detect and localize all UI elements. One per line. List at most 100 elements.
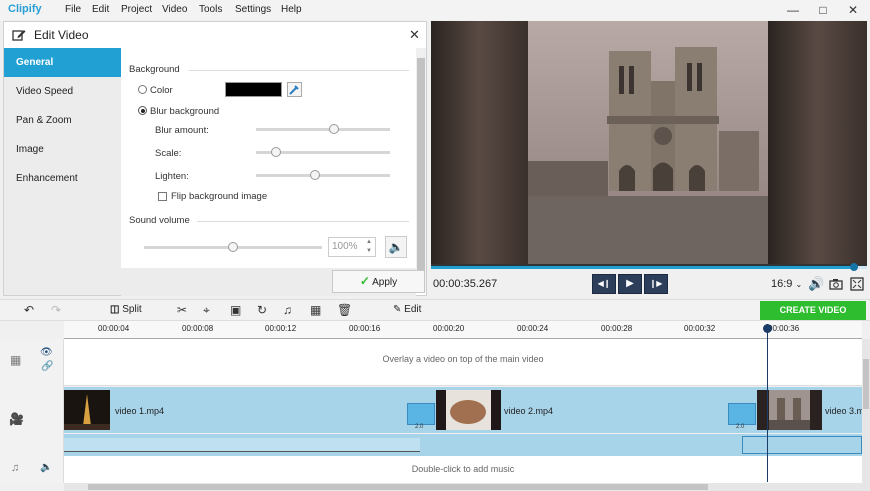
ruler-tick: 00:00:08 [182, 324, 214, 333]
speaker-icon[interactable]: 🔈 [40, 462, 52, 473]
timeline-vertical-scrollbar[interactable] [862, 339, 870, 483]
scale-slider[interactable] [256, 147, 390, 157]
close-window-icon[interactable]: ✕ [842, 1, 864, 19]
create-video-button[interactable]: CREATE VIDEO [760, 301, 866, 320]
eyedropper-button[interactable] [287, 82, 302, 97]
tab-enhancement[interactable]: Enhancement [4, 164, 121, 193]
maximize-icon[interactable]: □ [812, 1, 834, 19]
tab-image[interactable]: Image [4, 135, 121, 164]
crop-icon[interactable]: ⌖ [203, 303, 210, 318]
blur-amount-label: Blur amount: [155, 125, 209, 136]
lighten-slider[interactable] [256, 170, 390, 180]
close-icon[interactable]: ✕ [409, 27, 420, 43]
camera-icon[interactable] [829, 278, 843, 290]
clip-label[interactable]: video 3.mp4 [825, 406, 862, 416]
volume-slider[interactable] [144, 242, 322, 252]
ruler-tick: 00:00:24 [517, 324, 549, 333]
progress-fill [431, 266, 854, 269]
mute-button[interactable]: 🔈 [385, 236, 407, 258]
chevron-down-icon: ⌄ [795, 280, 803, 289]
playhead[interactable] [767, 324, 768, 482]
scrollbar-thumb[interactable] [863, 359, 869, 409]
edit-video-icon [12, 30, 26, 41]
menu-edit[interactable]: Edit [92, 4, 109, 15]
video-track[interactable]: video 1.mp4 2.0 video 2.mp4 2.0 video 3.… [64, 387, 862, 433]
panel-title: Edit Video [34, 28, 89, 42]
link-icon[interactable]: 🔗 [41, 361, 53, 372]
transition-icon[interactable] [407, 403, 435, 425]
edit-sidebar: General Video Speed Pan & Zoom Image Enh… [4, 48, 121, 295]
blur-radio[interactable] [138, 106, 147, 115]
previous-button[interactable]: ◀❙ [592, 274, 616, 294]
flip-checkbox[interactable] [158, 192, 167, 201]
next-button[interactable]: ❙▶ [644, 274, 668, 294]
playback-progress[interactable] [431, 263, 867, 271]
clip-label[interactable]: video 2.mp4 [504, 406, 553, 416]
timeline-horizontal-scrollbar[interactable] [64, 483, 870, 491]
music-track-header: ♫ 🔈 [0, 456, 64, 483]
color-swatch[interactable] [225, 82, 282, 97]
film-icon[interactable]: ▦ [310, 303, 321, 317]
redo-icon[interactable]: ↷ [51, 303, 61, 317]
transition-icon[interactable] [728, 403, 756, 425]
progress-handle[interactable] [849, 263, 858, 271]
minimize-icon[interactable]: — [782, 1, 804, 19]
blur-amount-slider[interactable] [256, 124, 390, 134]
video-audio-track[interactable] [64, 434, 862, 456]
menu-project[interactable]: Project [121, 4, 152, 15]
clip-label[interactable]: video 1.mp4 [115, 406, 164, 416]
stepper-arrows-icon[interactable]: ▲ ▼ [366, 238, 372, 256]
apply-button[interactable]: ✓ Apply [332, 270, 425, 293]
lighten-handle[interactable] [309, 170, 320, 180]
edit-button[interactable]: ✎ Edit [393, 304, 421, 315]
eye-icon[interactable]: 👁 [40, 347, 53, 358]
ruler-tick: 00:00:16 [349, 324, 381, 333]
audio-waveform [64, 438, 420, 452]
menu-tools[interactable]: Tools [199, 4, 222, 15]
music-track[interactable]: Double-click to add music [64, 456, 862, 483]
aspect-ratio-select[interactable]: 16:9 ⌄ [771, 278, 802, 290]
time-display: 00:00:35.267 [433, 278, 498, 290]
timeline-ruler[interactable]: 00:00:04 00:00:08 00:00:12 00:00:16 00:0… [64, 321, 862, 339]
color-radio[interactable] [138, 85, 147, 94]
play-button[interactable]: ▶ [618, 274, 642, 294]
scale-handle[interactable] [271, 147, 282, 157]
video-preview[interactable] [431, 21, 867, 266]
volume-input[interactable]: 100% ▲ ▼ [328, 237, 376, 257]
menu-help[interactable]: Help [281, 4, 302, 15]
tab-general[interactable]: General [4, 48, 121, 77]
tab-pan-zoom[interactable]: Pan & Zoom [4, 106, 121, 135]
split-button[interactable]: ◫ Split [110, 304, 142, 315]
audio-file-icon[interactable]: ♫ [283, 303, 292, 317]
fullscreen-icon[interactable] [850, 277, 864, 291]
menu-file[interactable]: File [65, 4, 81, 15]
rotate-icon[interactable]: ↻ [257, 303, 267, 317]
music-note-icon: ♫ [11, 462, 20, 474]
blur-amount-handle[interactable] [328, 124, 339, 134]
trash-icon[interactable]: 🗑 [337, 303, 352, 317]
frame-icon[interactable]: ▣ [230, 303, 241, 317]
scrollbar-thumb[interactable] [417, 58, 425, 283]
cut-icon[interactable]: ✂ [177, 303, 187, 317]
transition-duration: 2.0 [736, 424, 745, 430]
volume-handle[interactable] [228, 242, 238, 252]
undo-icon[interactable]: ↶ [24, 303, 34, 317]
app-logo: Clipify [8, 3, 42, 15]
menu-settings[interactable]: Settings [235, 4, 271, 15]
overlay-track[interactable]: Overlay a video on top of the main video [64, 339, 862, 386]
volume-icon[interactable]: 🔊 [808, 276, 824, 292]
clip-thumbnail [64, 390, 110, 430]
scrollbar-thumb[interactable] [88, 484, 708, 490]
panel-scrollbar[interactable] [416, 48, 426, 292]
menu-video[interactable]: Video [162, 4, 187, 15]
playhead-handle[interactable] [763, 324, 772, 333]
tab-video-speed[interactable]: Video Speed [4, 77, 121, 106]
ruler-tick: 00:00:28 [601, 324, 633, 333]
skip-back-icon: ◀❙ [597, 279, 611, 288]
overlay-track-header: ▦ 👁 🔗 [0, 339, 64, 386]
divider [189, 70, 409, 71]
split-label: Split [122, 304, 142, 315]
audio-waveform [742, 436, 862, 454]
ruler-tick: 00:00:32 [684, 324, 716, 333]
lighten-label: Lighten: [155, 171, 189, 182]
